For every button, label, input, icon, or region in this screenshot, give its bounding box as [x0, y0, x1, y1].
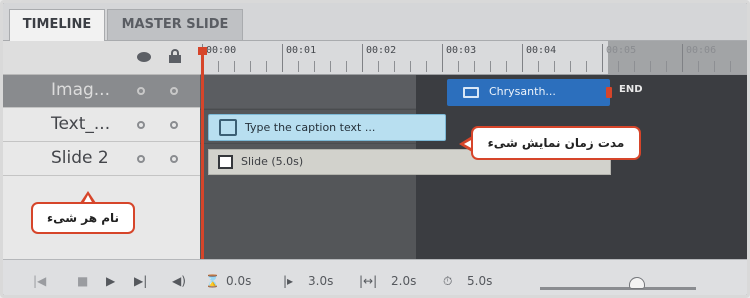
layer-row-text[interactable]: Text_... [3, 109, 200, 142]
slide-icon [218, 155, 233, 169]
tab-master-slide[interactable]: MASTER SLIDE [107, 9, 243, 41]
ruler-label: 00:00 [206, 45, 237, 56]
ruler-label: 00:05 [606, 45, 637, 56]
caption-clip[interactable]: Type the caption text ... [208, 114, 446, 141]
ruler-label: 00:06 [686, 45, 717, 56]
caption-clip-label: Type the caption text ... [245, 121, 376, 134]
visibility-toggle-icon[interactable] [137, 121, 145, 129]
image-clip-label: Chrysanth... [489, 85, 556, 98]
end-marker: END [619, 84, 643, 95]
image-icon [463, 87, 479, 98]
current-time-icon: ⌛ [205, 274, 220, 288]
image-clip[interactable]: Chrysanth... [447, 79, 612, 106]
layer-name: Text_... [51, 114, 111, 134]
callout-layer-name: نام هر شیء [31, 202, 135, 234]
layer-row-slide[interactable]: Slide 2 [3, 143, 200, 176]
eye-icon[interactable] [137, 52, 151, 62]
visibility-toggle-icon[interactable] [137, 155, 145, 163]
ruler-label: 00:01 [286, 45, 317, 56]
stop-icon[interactable]: ■ [77, 272, 88, 290]
clip-resize-handle[interactable] [606, 87, 612, 98]
ruler-label: 00:03 [446, 45, 477, 56]
slide-clip-label: Slide (5.0s) [241, 155, 304, 168]
lock-toggle-icon[interactable] [170, 155, 178, 163]
layer-name: Imag... [51, 80, 110, 100]
ruler-label: 00:02 [366, 45, 397, 56]
time-ruler[interactable]: 00:00 00:01 00:02 00:03 00:04 00:05 00:0… [200, 41, 747, 75]
caption-icon [219, 119, 237, 136]
lock-icon[interactable] [169, 49, 181, 63]
playback-controls: |◀ ■ ▶ ▶| ◀) ⌛ 0.0s |▸ 3.0s |↔| 2.0s ⏱ 5… [3, 259, 747, 295]
zoom-slider[interactable] [540, 287, 696, 290]
play-icon[interactable]: ▶ [106, 272, 115, 290]
lock-toggle-icon[interactable] [170, 87, 178, 95]
tab-bar: TIMELINE MASTER SLIDE [3, 3, 747, 41]
start-time-value: 3.0s [308, 274, 334, 288]
callout-display-duration: مدت زمان نمایش شیء [471, 126, 641, 160]
layer-panel-header [3, 41, 200, 75]
current-time-value: 0.0s [226, 274, 252, 288]
total-time-value: 5.0s [467, 274, 493, 288]
layer-row-image[interactable]: Imag... [3, 75, 200, 108]
tab-timeline[interactable]: TIMELINE [9, 9, 105, 41]
ruler-label: 00:04 [526, 45, 557, 56]
playhead[interactable] [201, 47, 204, 259]
visibility-toggle-icon[interactable] [137, 87, 145, 95]
duration-icon: |↔| [359, 274, 378, 288]
timeline-panel: TIMELINE MASTER SLIDE Imag... Text_... S… [0, 0, 750, 298]
start-time-icon: |▸ [283, 274, 294, 288]
lock-toggle-icon[interactable] [170, 121, 178, 129]
duration-value: 2.0s [391, 274, 417, 288]
step-forward-icon[interactable]: ▶| [134, 272, 147, 290]
layer-name: Slide 2 [51, 148, 109, 168]
timer-icon: ⏱ [443, 274, 453, 288]
zoom-slider-thumb[interactable] [628, 277, 645, 289]
volume-icon[interactable]: ◀) [172, 272, 186, 290]
rewind-icon[interactable]: |◀ [33, 272, 46, 290]
